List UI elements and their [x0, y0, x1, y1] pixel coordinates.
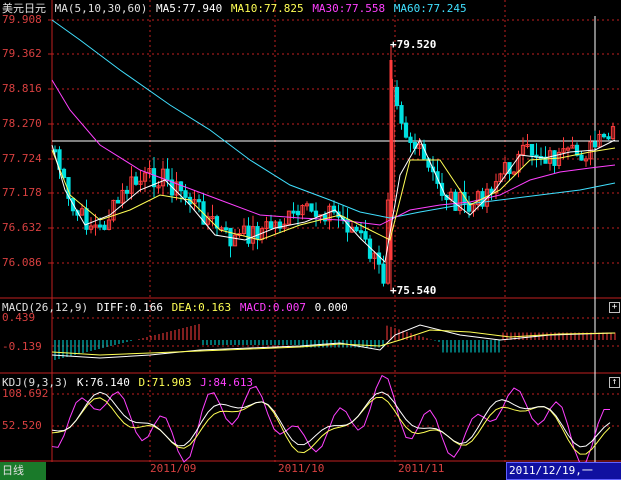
kdj-d: D:71.903 — [138, 376, 192, 389]
x-axis-label: 2011/09 — [150, 462, 197, 475]
ma10-line — [51, 147, 616, 241]
high-price-annotation: +79.520 — [390, 38, 437, 51]
price-candle — [574, 144, 580, 156]
kdj-axis-label: 52.520 — [2, 419, 42, 432]
price-candle — [295, 210, 301, 216]
price-candle — [97, 224, 103, 228]
price-candle — [399, 105, 404, 124]
price-axis-label: 76.086 — [2, 256, 42, 269]
macd-axis-label: 0.439 — [2, 311, 36, 324]
ma5-value: MA5:77.940 — [155, 2, 223, 15]
price-candle — [403, 122, 409, 138]
kdj-j: J:84.613 — [200, 376, 254, 389]
price-candle — [84, 208, 89, 230]
price-candle — [196, 199, 202, 203]
price-candle — [246, 225, 251, 244]
ma60-line — [51, 19, 616, 219]
price-candle — [358, 230, 364, 234]
kdj-k-line — [51, 391, 611, 448]
price-candle — [165, 168, 170, 181]
price-candle — [133, 176, 139, 185]
price-candle — [529, 143, 535, 156]
kdj-axis-label: 108.692 — [2, 387, 49, 400]
price-candle — [381, 263, 386, 284]
price-candle — [255, 226, 260, 240]
macd-dea: DEA:0.163 — [171, 301, 232, 314]
x-axis-label: 2011/10 — [278, 462, 325, 475]
price-candle — [363, 231, 368, 240]
high-price-value: 79.520 — [396, 38, 437, 51]
price-candle — [102, 224, 107, 230]
macd-diff: DIFF:0.166 — [96, 301, 163, 314]
price-candle — [354, 226, 359, 232]
kdj-expand-button[interactable]: ↑ — [609, 377, 620, 388]
price-candle — [291, 210, 296, 214]
ma30-value: MA30:77.558 — [312, 2, 386, 15]
price-axis-label: 78.270 — [2, 117, 42, 130]
price-header: 美元日元 MA(5,10,30,60) MA5:77.940 MA10:77.8… — [2, 1, 469, 17]
price-candle — [124, 189, 130, 194]
price-candle — [309, 203, 314, 212]
price-candle — [223, 227, 229, 231]
price-axis-label: 79.908 — [2, 13, 42, 26]
price-candle — [268, 221, 274, 229]
price-axis-label: 77.178 — [2, 186, 42, 199]
price-candle — [394, 86, 400, 107]
price-axis-label: 77.724 — [2, 152, 42, 165]
macd-extra: 0.000 — [314, 301, 348, 314]
price-candle — [115, 199, 121, 204]
price-candle — [601, 133, 607, 138]
ma60-value: MA60:77.245 — [393, 2, 467, 15]
chart-stage[interactable]: 美元日元 MA(5,10,30,60) MA5:77.940 MA10:77.8… — [0, 0, 621, 480]
cursor-date-box: 2011/12/19,一 — [506, 462, 621, 480]
ma10-value: MA10:77.825 — [230, 2, 304, 15]
x-axis-label: 2011/11 — [398, 462, 445, 475]
macd-axis-label: -0.139 — [2, 340, 42, 353]
ma-params: MA(5,10,30,60) — [54, 2, 148, 15]
price-candle — [606, 136, 611, 140]
macd-expand-button[interactable]: + — [609, 302, 620, 313]
price-candle — [313, 210, 319, 217]
price-axis-label: 76.632 — [2, 221, 42, 234]
low-price-value: 75.540 — [396, 284, 437, 297]
macd-value: MACD:0.007 — [239, 301, 307, 314]
price-axis-label: 79.362 — [2, 47, 42, 60]
price-candle — [592, 141, 598, 148]
daily-tab[interactable]: 日线 — [0, 462, 46, 480]
price-candle — [322, 214, 328, 222]
low-price-annotation: +75.540 — [390, 284, 437, 297]
chart-canvas[interactable] — [0, 0, 621, 480]
price-axis-label: 78.816 — [2, 82, 42, 95]
price-candle — [183, 190, 188, 198]
price-candle — [579, 154, 584, 161]
price-candle — [453, 191, 458, 211]
price-candle — [408, 136, 413, 144]
kdj-k: K:76.140 — [76, 376, 130, 389]
macd-header: MACD(26,12,9) DIFF:0.166 DEA:0.163 MACD:… — [2, 300, 350, 316]
